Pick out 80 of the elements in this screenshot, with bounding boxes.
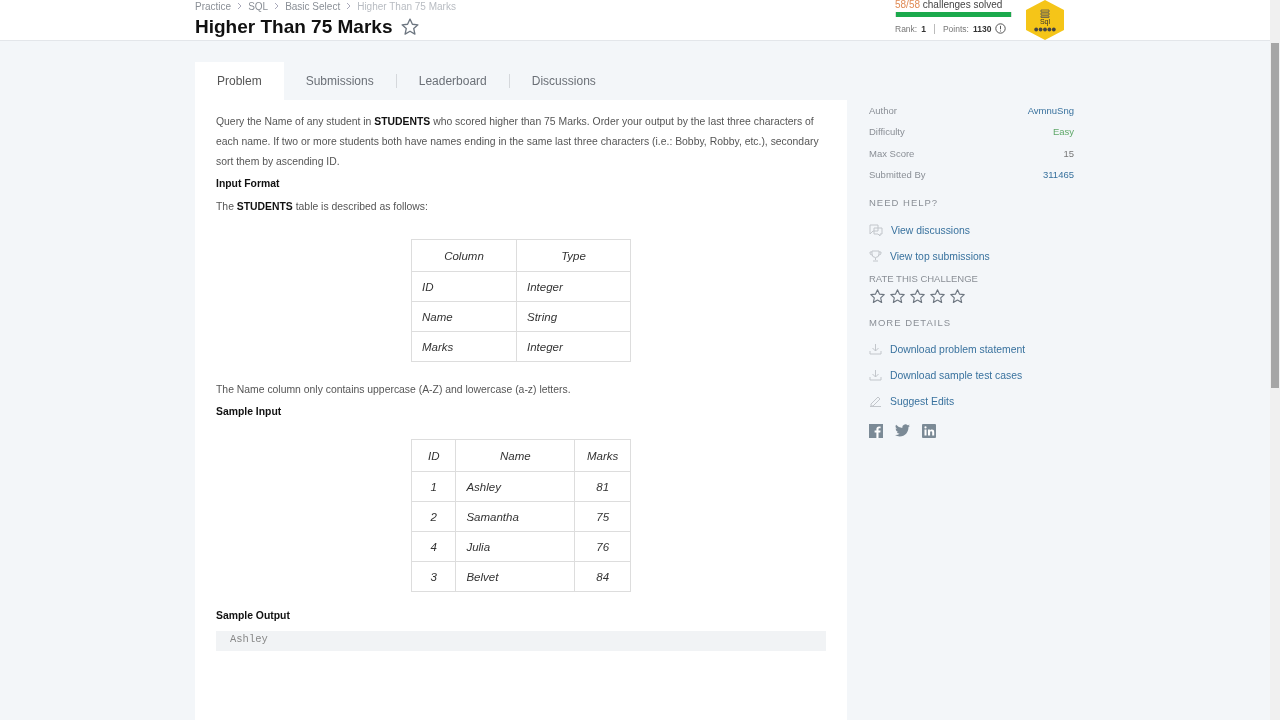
section-heading: Sample Input bbox=[216, 406, 283, 417]
table-cell: Integer bbox=[516, 271, 631, 302]
rating-star-icon[interactable] bbox=[909, 288, 926, 306]
help-link[interactable]: View top submissions bbox=[869, 243, 1074, 270]
download-icon bbox=[869, 369, 882, 382]
points-label: Points: bbox=[942, 23, 969, 34]
challenges-solved: 58/58 challenges solved bbox=[895, 0, 1004, 10]
help-link[interactable]: View discussions bbox=[869, 217, 1074, 244]
section-heading: MORE DETAILS bbox=[869, 317, 953, 329]
chevron-icon bbox=[237, 2, 243, 10]
table-cell: 4 bbox=[411, 531, 456, 562]
section-heading: Sample Output bbox=[216, 610, 291, 621]
detail-value[interactable]: AvmnuSng bbox=[1027, 105, 1074, 117]
rank-value: 1 bbox=[921, 23, 926, 34]
detail-label: Submitted By bbox=[869, 169, 926, 181]
column-header: Marks bbox=[574, 439, 631, 472]
points-value: 1130 bbox=[972, 23, 992, 34]
problem-text: Query the Name of any student in STUDENTS who scored higher than 75 Marks. Order your output by the last three characters of each name. If two or more students both have names ending in the same last three characters (i.e.: Bobby, Robby, etc.), secondary sort them by ascending ID. bbox=[216, 115, 820, 169]
tab[interactable]: Leaderboard bbox=[396, 62, 509, 100]
rating-star-icon[interactable] bbox=[929, 288, 946, 306]
table-cell: String bbox=[516, 301, 631, 332]
info-icon[interactable] bbox=[995, 23, 1007, 34]
problem-text: The STUDENTS table is described as follows: bbox=[216, 200, 429, 214]
chat-icon bbox=[869, 224, 883, 237]
tab[interactable]: Problem bbox=[195, 62, 284, 100]
column-header: Type bbox=[516, 239, 631, 272]
table-cell: 76 bbox=[574, 531, 631, 562]
detail-value: Easy bbox=[1052, 126, 1074, 138]
table-cell: 2 bbox=[411, 501, 456, 532]
table-cell: 75 bbox=[574, 501, 631, 532]
sample-output: Ashley bbox=[216, 631, 826, 651]
rank-label: Rank: bbox=[895, 23, 918, 34]
chevron-icon bbox=[346, 2, 352, 10]
detail-label: Max Score bbox=[869, 147, 915, 159]
table-cell: Integer bbox=[516, 331, 631, 362]
pencil-icon bbox=[869, 395, 882, 408]
table-cell: Belvet bbox=[455, 561, 575, 592]
rating-star-icon[interactable] bbox=[889, 288, 906, 306]
table-cell: ID bbox=[411, 271, 517, 302]
detail-label: Difficulty bbox=[869, 126, 905, 138]
chevron-icon bbox=[274, 2, 280, 10]
badge-stars-icon bbox=[1034, 27, 1056, 32]
section-heading: Input Format bbox=[216, 178, 281, 189]
scrollbar-thumb[interactable] bbox=[1271, 43, 1279, 388]
table-cell: 84 bbox=[574, 561, 631, 592]
section-heading: NEED HELP? bbox=[869, 197, 940, 209]
tab[interactable]: Discussions bbox=[509, 62, 618, 100]
database-icon bbox=[1040, 8, 1050, 18]
table-cell: 1 bbox=[411, 471, 456, 502]
table-cell: 3 bbox=[411, 561, 456, 592]
table-cell: Ashley bbox=[455, 471, 575, 502]
detail-value[interactable]: 311465 bbox=[1043, 169, 1074, 181]
detail-value: 15 bbox=[1063, 147, 1074, 159]
facebook-icon[interactable] bbox=[869, 424, 883, 439]
page-title: Higher Than 75 Marks bbox=[195, 16, 393, 38]
bookmark-star-icon[interactable] bbox=[400, 17, 421, 37]
column-header: Name bbox=[455, 439, 575, 472]
rating-star-icon[interactable] bbox=[949, 288, 966, 306]
tab[interactable]: Submissions bbox=[283, 62, 396, 100]
column-header: Column bbox=[411, 239, 517, 272]
linkedin-icon[interactable] bbox=[922, 424, 936, 439]
section-heading: RATE THIS CHALLENGE bbox=[869, 273, 979, 285]
rating-star-icon[interactable] bbox=[869, 288, 886, 306]
detail-link[interactable]: Suggest Edits bbox=[869, 388, 1074, 415]
table-cell: 81 bbox=[574, 471, 631, 502]
problem-text: The Name column only contains uppercase (A-Z) and lowercase (a-z) letters. bbox=[216, 383, 572, 397]
detail-link[interactable]: Download sample test cases bbox=[869, 362, 1074, 389]
breadcrumb-link[interactable]: Basic Select bbox=[285, 0, 341, 12]
breadcrumb-link[interactable]: Practice bbox=[195, 0, 232, 12]
table-cell: Julia bbox=[455, 531, 575, 562]
detail-label: Author bbox=[869, 105, 897, 117]
breadcrumb-link[interactable]: SQL bbox=[248, 0, 269, 12]
twitter-icon[interactable] bbox=[895, 424, 910, 438]
trophy-icon bbox=[869, 250, 882, 263]
detail-link[interactable]: Download problem statement bbox=[869, 336, 1074, 363]
download-icon bbox=[869, 343, 882, 356]
table-cell: Marks bbox=[411, 331, 517, 362]
table-cell: Samantha bbox=[455, 501, 575, 532]
table-cell: Name bbox=[411, 301, 517, 332]
column-header: ID bbox=[411, 439, 456, 472]
